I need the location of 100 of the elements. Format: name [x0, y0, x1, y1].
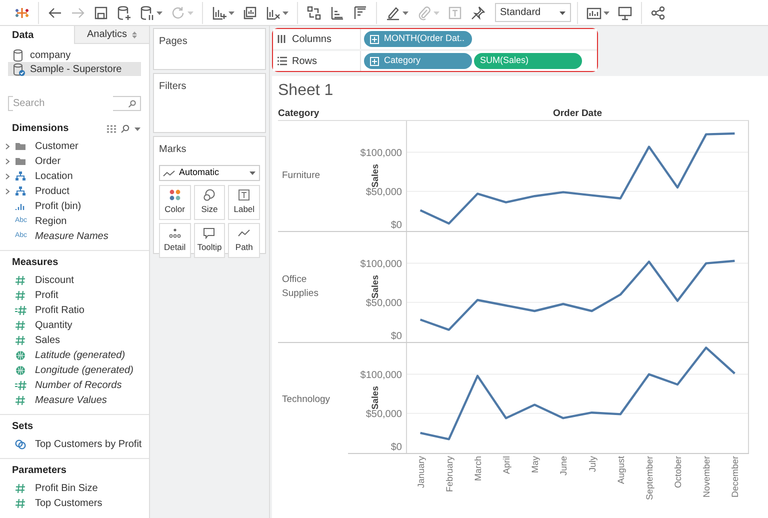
column-header: Order Date: [552, 107, 604, 120]
duplicate-chart-icon: [242, 4, 258, 20]
sheet-title: Sheet 1: [278, 83, 334, 99]
shelf-label: Rows: [292, 54, 318, 68]
field-item[interactable]: Sales: [0, 333, 149, 348]
marks-color-button[interactable]: Color: [159, 185, 191, 220]
field-item[interactable]: Profit (bin): [0, 199, 149, 214]
rows-icon: [277, 56, 287, 66]
axis-title: Sales: [370, 386, 380, 410]
field-item[interactable]: Order: [0, 154, 149, 169]
bar-chart-icon: [15, 201, 26, 212]
axis-title: Sales: [370, 164, 380, 188]
database-check-icon: [13, 62, 25, 76]
columns-icon: [277, 34, 287, 44]
field-item[interactable]: Number of Records: [0, 378, 149, 393]
field-item[interactable]: Measure Values: [0, 393, 149, 408]
axis-tick-label: $100,000: [360, 370, 402, 381]
view-size-dropdown[interactable]: Standard: [495, 3, 571, 22]
hierarchy-icon: [15, 186, 26, 197]
field-item[interactable]: Customer: [0, 139, 149, 154]
section-title: Parameters: [12, 464, 66, 478]
database-icon: [13, 48, 25, 62]
card-title: Filters: [159, 80, 188, 94]
axis-tick-label: December: [730, 456, 740, 498]
field-item[interactable]: Product: [0, 184, 149, 199]
field-item[interactable]: Top Customers: [0, 496, 149, 511]
axis-tick-label: July: [587, 456, 598, 472]
caret-icon: [249, 170, 256, 176]
chart-clear-icon: [265, 4, 281, 20]
field-item[interactable]: Latitude (generated): [0, 348, 149, 363]
shelf-label: Columns: [292, 32, 332, 46]
number-sign-icon: [15, 498, 26, 509]
marks-tooltip-button[interactable]: Tooltip: [194, 222, 226, 258]
search-icon: [128, 100, 136, 108]
number-sign-icon: [15, 395, 26, 406]
category-label: Technology: [281, 392, 332, 407]
pin-icon: [470, 4, 486, 20]
pen-icon: [385, 4, 401, 20]
axis-tick-label: June: [558, 456, 569, 476]
caret-icon: [603, 10, 610, 16]
axis-tick-label: February: [444, 456, 454, 492]
axis-tick-label: October: [673, 456, 684, 488]
size-circles-icon: [203, 189, 216, 201]
search-icon: [120, 124, 130, 134]
presentation-icon: [617, 4, 633, 20]
axis-tick-label: $0: [390, 442, 402, 453]
field-item[interactable]: Profit Bin Size: [0, 481, 149, 496]
database-plus-icon: [116, 4, 132, 20]
axis-tick-label: $50,000: [366, 186, 402, 198]
axis-title: Sales: [370, 274, 380, 299]
caret-icon: [228, 10, 235, 16]
axis-tick-label: $50,000: [366, 298, 402, 309]
axis-tick-label: August: [616, 456, 626, 484]
marks-size-button[interactable]: Size: [194, 185, 226, 220]
axis-tick-label: May: [530, 456, 540, 474]
dots-icon: [168, 226, 181, 239]
caret-icon: [134, 126, 141, 132]
field-item[interactable]: Top Customers by Profit: [0, 437, 149, 452]
line-mark-icon: [163, 170, 175, 176]
path-line-icon: [238, 226, 250, 239]
caret-icon: [402, 10, 409, 16]
expand-box-icon: [370, 34, 379, 44]
marks-detail-button[interactable]: Detail: [159, 222, 191, 258]
chevron-icon: [5, 188, 10, 195]
text-label-icon: [238, 189, 250, 201]
caret-icon: [433, 10, 440, 16]
grid-view-icon: [107, 124, 116, 132]
field-item[interactable]: Profit Ratio: [0, 303, 149, 318]
section-title: Sets: [12, 420, 34, 434]
marks-path-button[interactable]: Path: [228, 222, 260, 258]
data-source-item[interactable]: company: [8, 48, 141, 62]
stepper-icon: [132, 30, 137, 38]
speech-bubble-icon: [203, 226, 216, 239]
field-item[interactable]: Profit: [0, 288, 149, 303]
chevron-icon: [5, 143, 10, 150]
number-sign-icon: [15, 483, 26, 494]
axis-tick-label: $100,000: [360, 258, 402, 270]
number-sign-icon: [15, 320, 26, 331]
axis-tick-label: $50,000: [366, 408, 402, 420]
calculated-number-icon: [15, 380, 27, 391]
paperclip-icon: [416, 4, 432, 20]
chevron-icon: [5, 173, 10, 180]
number-sign-icon: [15, 335, 26, 346]
marks-label-button[interactable]: Label: [228, 185, 260, 220]
category-label: Office Supplies: [281, 272, 320, 301]
globe-icon: [15, 365, 26, 376]
share-icon: [650, 4, 666, 20]
field-item[interactable]: Discount: [0, 273, 149, 288]
mark-type-dropdown[interactable]: Automatic: [159, 165, 260, 181]
search-field[interactable]: Search: [8, 96, 141, 111]
field-item[interactable]: Quantity: [0, 318, 149, 333]
field-item[interactable]: Longitude (generated): [0, 363, 149, 378]
number-sign-icon: [15, 275, 26, 286]
caret-icon: [559, 10, 566, 16]
pane-tab[interactable]: Analytics: [74, 26, 149, 44]
card-title: Pages: [159, 35, 188, 49]
data-source-item[interactable]: Sample - Superstore: [8, 62, 141, 76]
field-item[interactable]: Location: [0, 169, 149, 184]
text-box-icon: [447, 4, 463, 20]
swap-icon: [306, 4, 322, 20]
